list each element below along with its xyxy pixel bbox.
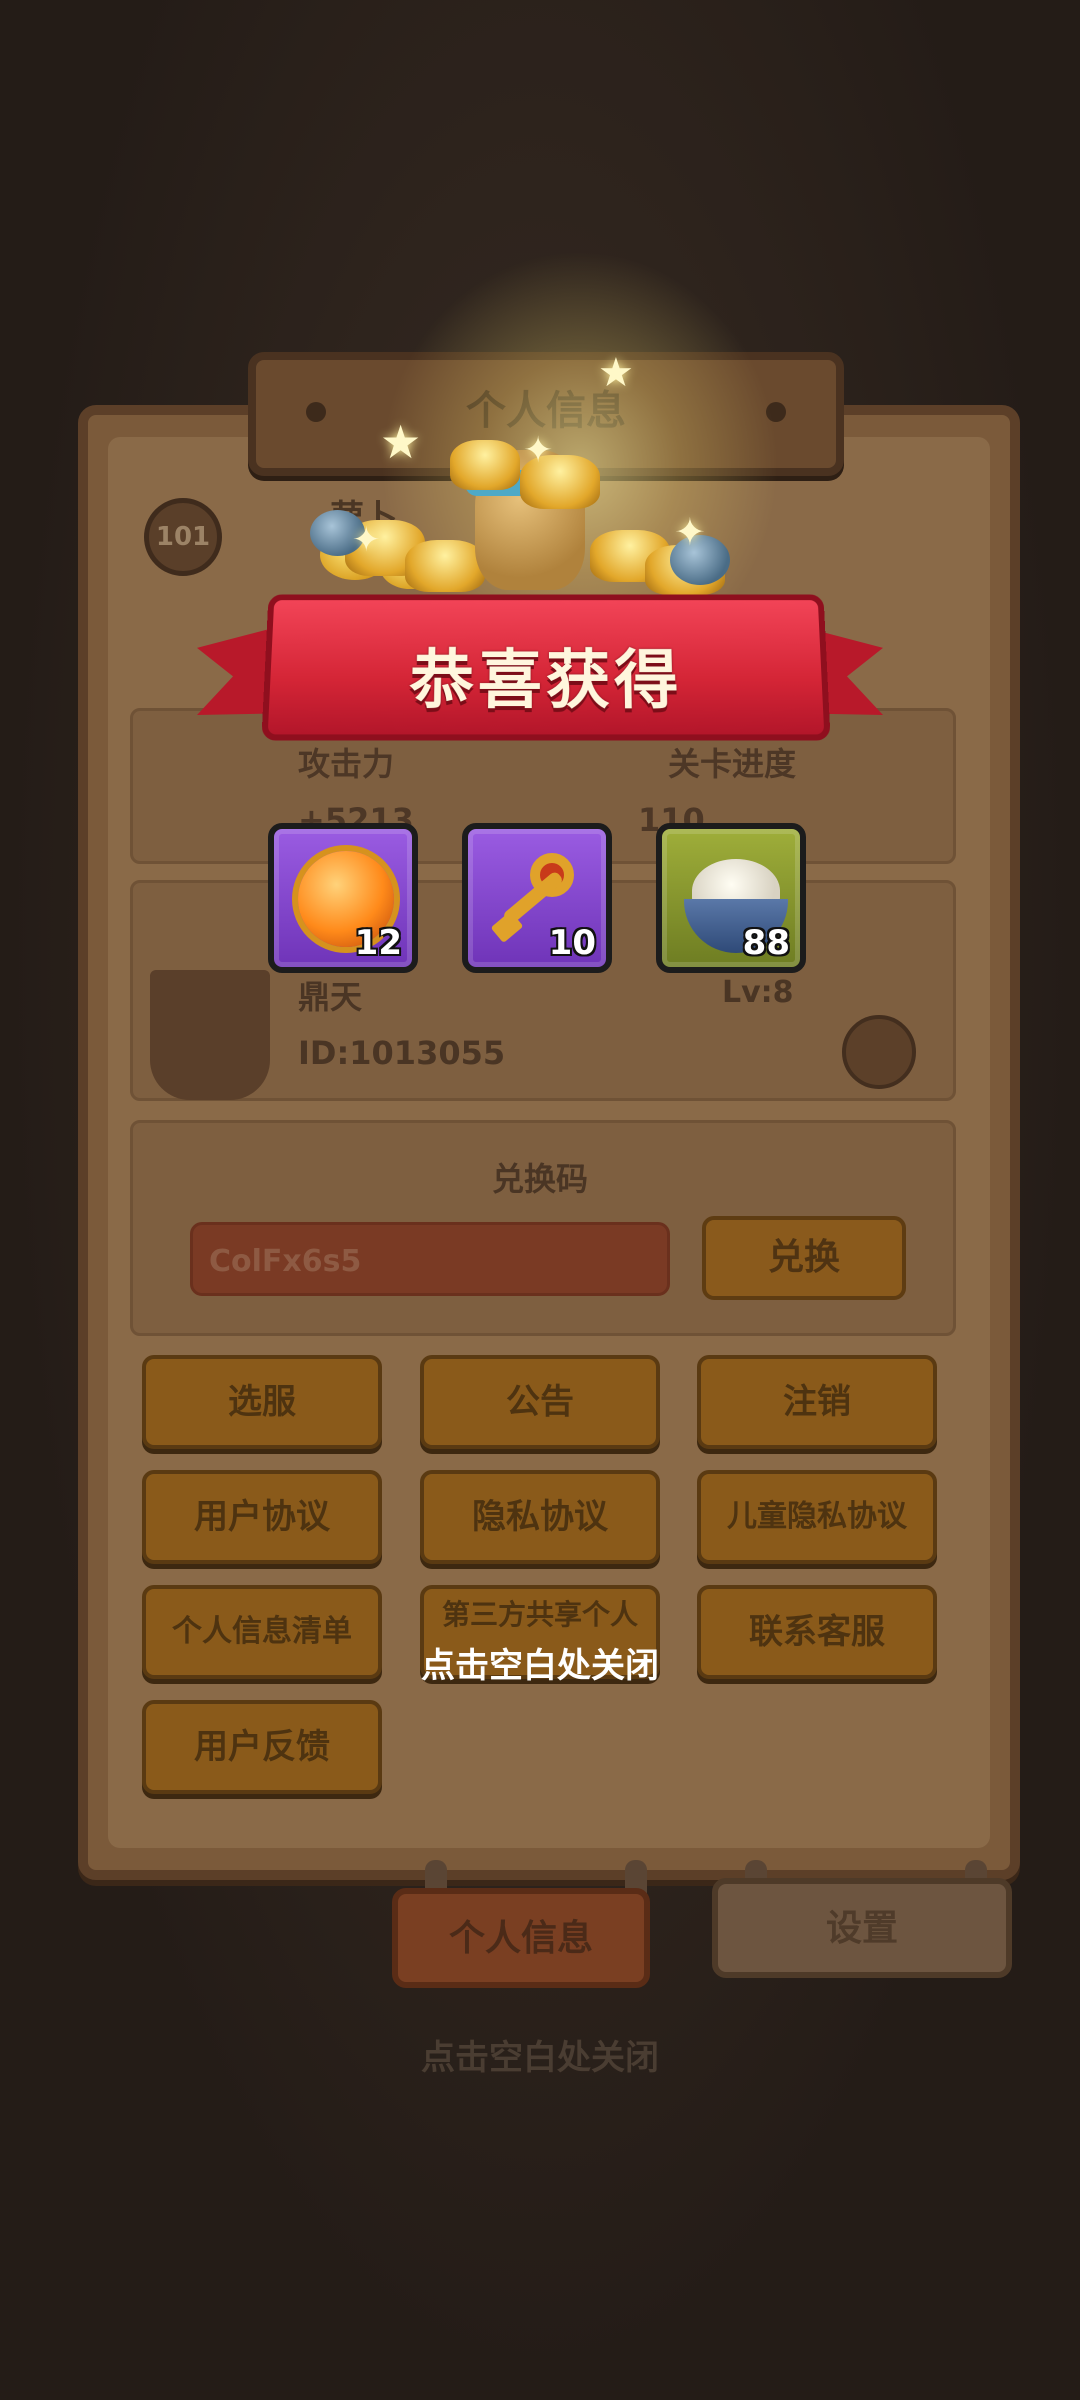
reward-item-dragon-orb[interactable]: 12: [268, 823, 418, 973]
reward-item-rice-bowl[interactable]: 88: [656, 823, 806, 973]
tab-personal-info[interactable]: 个人信息: [392, 1888, 650, 1988]
guild-copy-button[interactable]: [842, 1015, 916, 1089]
sparkle-icon: ✦: [352, 520, 381, 560]
reward-count: 10: [548, 923, 596, 963]
user-agreement-button[interactable]: 用户协议: [142, 1470, 382, 1564]
reward-item-key[interactable]: 10: [462, 823, 612, 973]
sparkle-icon: ✦: [674, 510, 706, 554]
player-level-badge: 101: [144, 498, 222, 576]
sparkle-icon: ★: [380, 415, 422, 469]
ribbon-banner: 恭喜获得: [261, 594, 831, 741]
sparkle-icon: ✦: [523, 430, 554, 471]
title-ribbon: 恭喜获得: [205, 575, 875, 765]
guild-name: 鼎天: [298, 978, 363, 1016]
guild-level: Lv:8: [722, 975, 794, 1010]
select-server-button[interactable]: 选服: [142, 1355, 382, 1449]
user-feedback-button[interactable]: 用户反馈: [142, 1700, 382, 1794]
tab-settings[interactable]: 设置: [712, 1878, 1012, 1978]
child-privacy-button[interactable]: 儿童隐私协议: [697, 1470, 937, 1564]
sparkle-icon: ★: [598, 350, 634, 396]
logout-button[interactable]: 注销: [697, 1355, 937, 1449]
redeem-title: 兑换码: [491, 1160, 588, 1198]
redeem-button[interactable]: 兑换: [702, 1216, 906, 1300]
guild-flag-icon: [150, 970, 270, 1100]
privacy-policy-button[interactable]: 隐私协议: [420, 1470, 660, 1564]
announcement-button[interactable]: 公告: [420, 1355, 660, 1449]
redeem-code-input[interactable]: ColFx6s5: [190, 1222, 670, 1296]
background-close-hint: 点击空白处关闭: [421, 2038, 659, 2078]
popup-close-hint[interactable]: 点击空白处关闭: [0, 1638, 1080, 1687]
reward-count: 12: [354, 923, 402, 963]
reward-title: 恭喜获得: [408, 644, 684, 719]
guild-id: ID:1013055: [298, 1034, 506, 1072]
reward-count: 88: [742, 923, 790, 963]
